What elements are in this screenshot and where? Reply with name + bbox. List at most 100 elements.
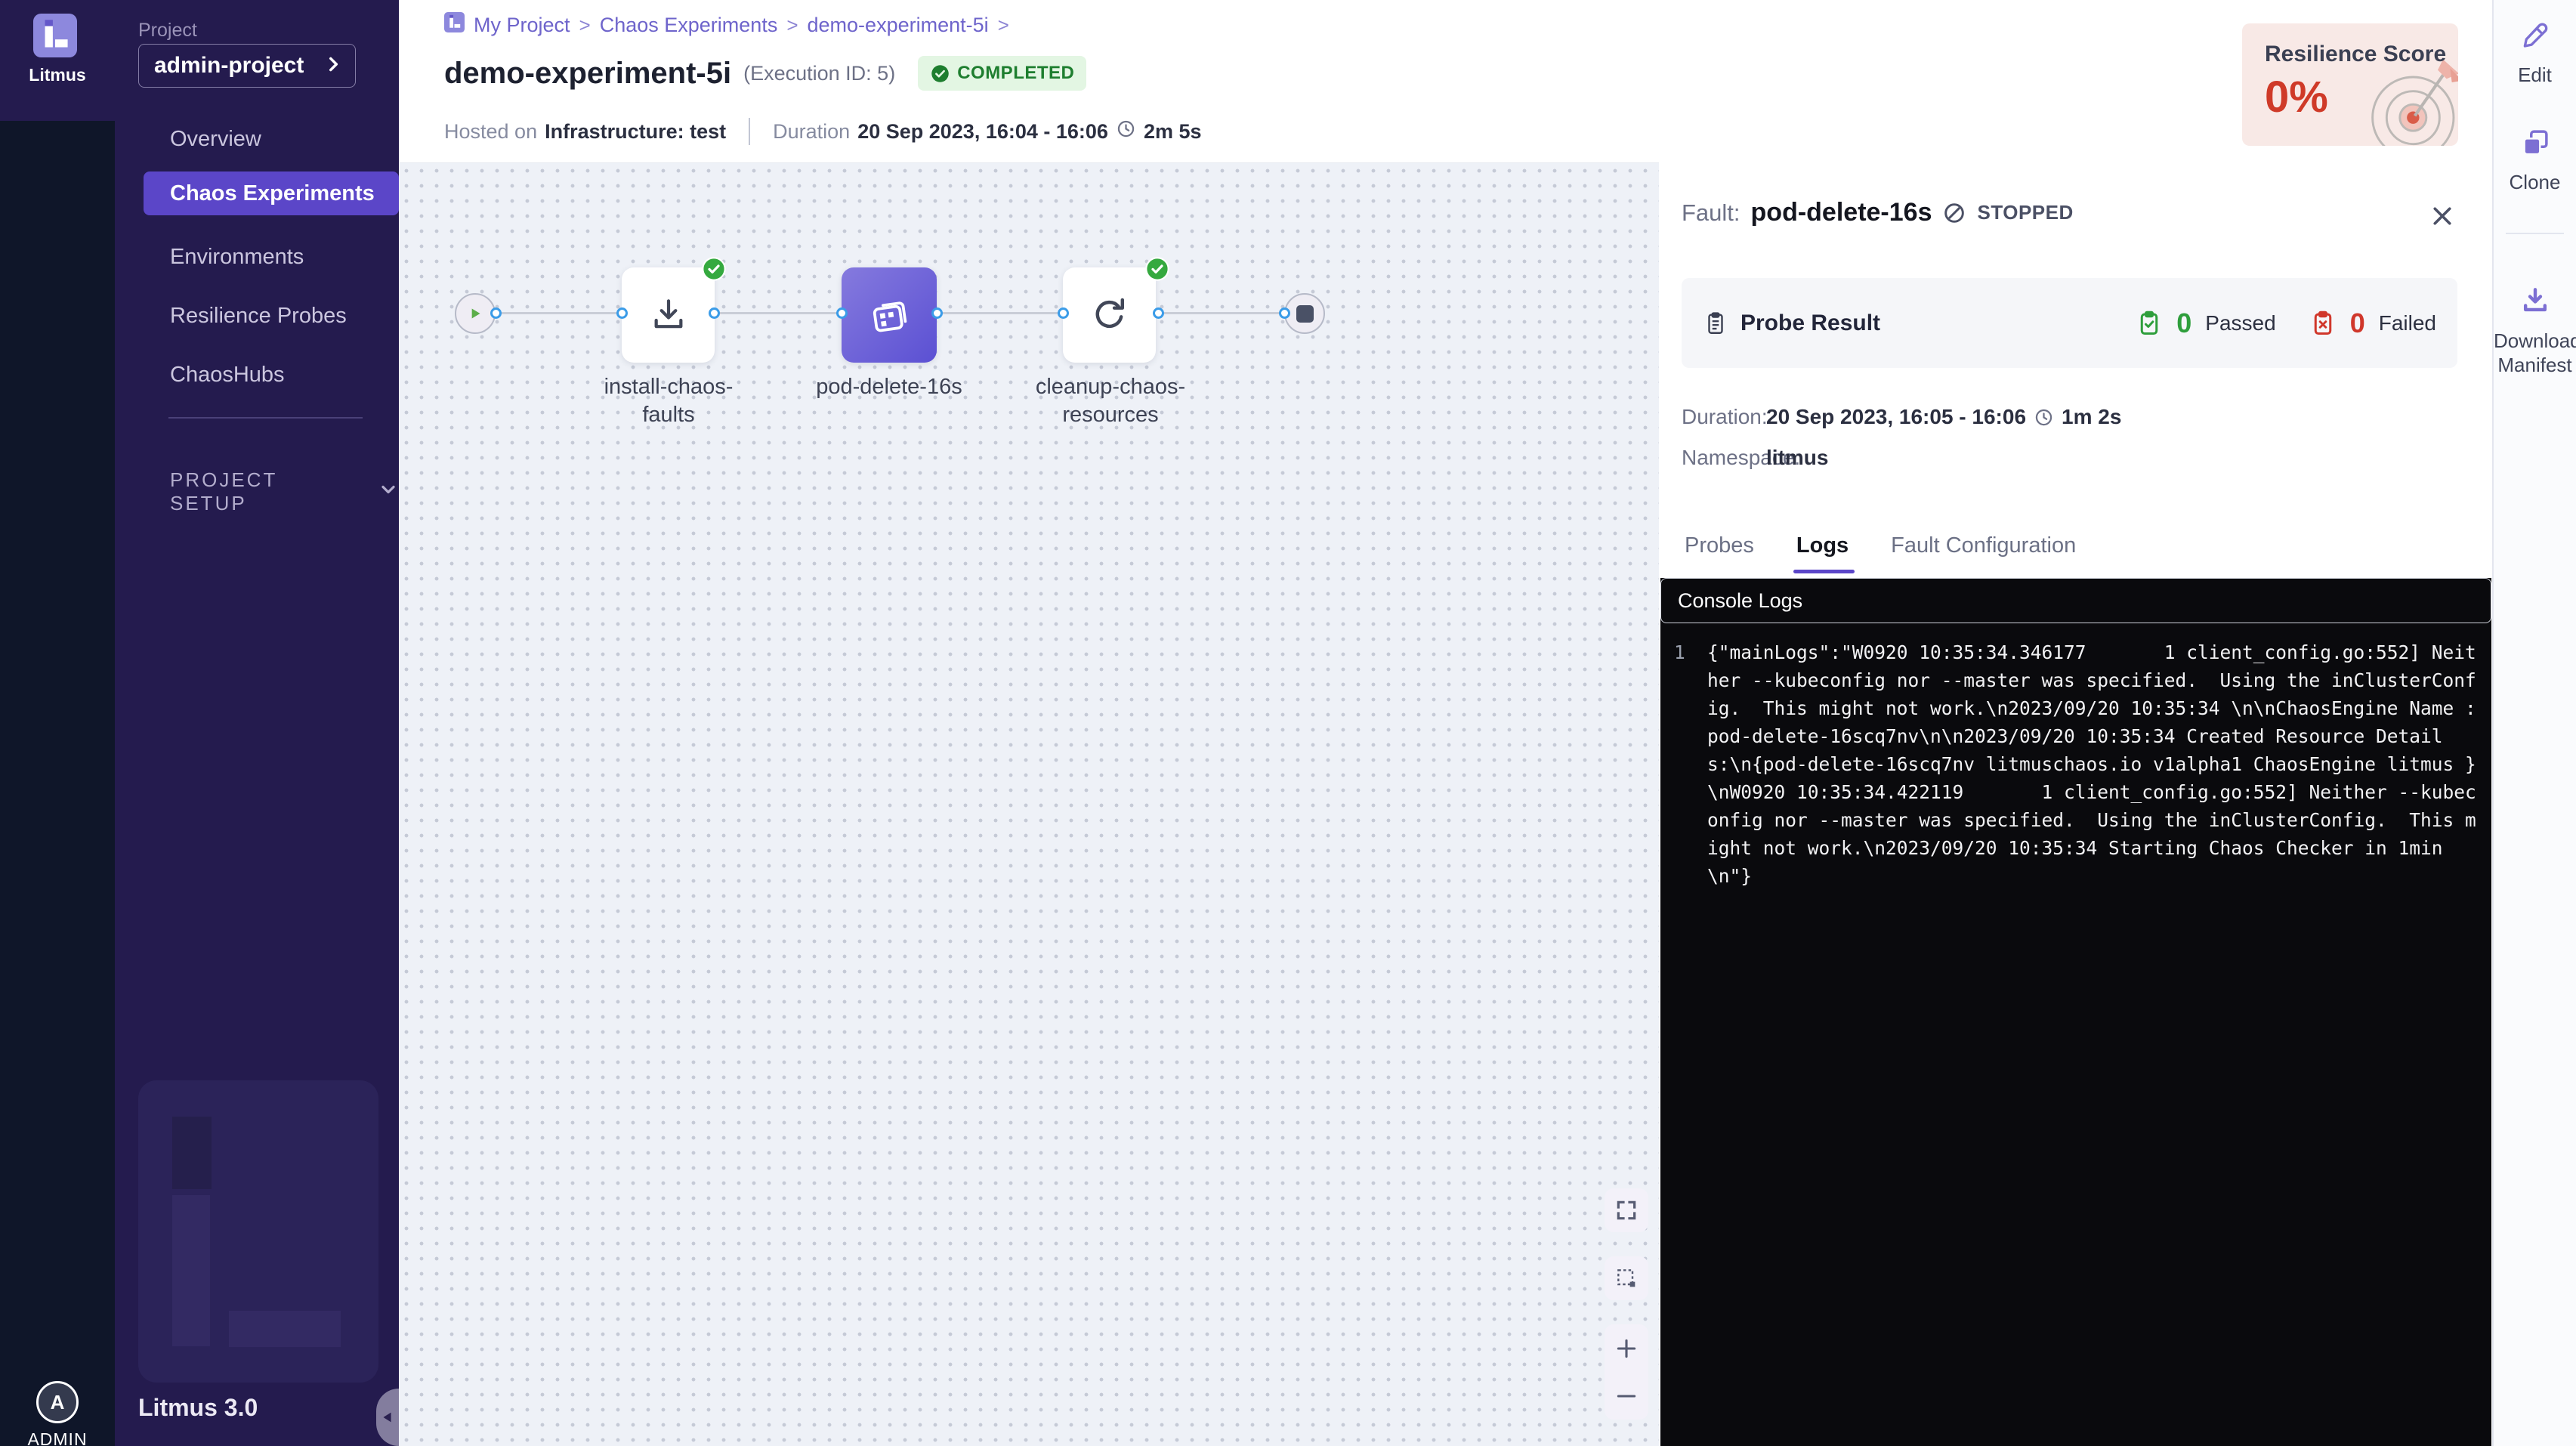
version-text: Litmus 3.0 <box>138 1394 258 1422</box>
marquee-select-button[interactable] <box>1605 1256 1648 1300</box>
edge <box>937 312 1063 314</box>
copy-icon <box>2519 127 2551 159</box>
check-circle-icon <box>930 63 950 84</box>
experiment-canvas[interactable]: install-chaos-faults pod-delete-16s <box>399 162 1659 1446</box>
sidebar-item-chaos-experiments[interactable]: Chaos Experiments <box>144 171 399 215</box>
log-line-number: 1 <box>1674 638 1695 890</box>
logo-text: Litmus <box>0 65 115 85</box>
duration-elapsed: 1m 2s <box>2062 405 2121 429</box>
breadcrumb-logo-icon <box>444 12 465 38</box>
start-node[interactable] <box>455 293 496 334</box>
node-install-chaos-faults[interactable] <box>622 267 715 363</box>
stop-icon <box>1296 305 1314 323</box>
status-badge: COMPLETED <box>918 56 1086 91</box>
connector-handle[interactable] <box>1058 307 1069 319</box>
connector-handle[interactable] <box>931 307 943 319</box>
fault-name: pod-delete-16s <box>1751 198 1932 227</box>
status-badge-label: COMPLETED <box>957 63 1074 84</box>
experiment-meta: Hosted on Infrastructure: test Duration … <box>444 118 1202 145</box>
breadcrumb: My Project > Chaos Experiments > demo-ex… <box>444 12 1009 38</box>
node-label: install-chaos-faults <box>593 373 744 429</box>
resilience-score-card: Resilience Score 0% <box>2242 23 2458 146</box>
zoom-in-button[interactable] <box>1605 1327 1648 1370</box>
zoom-out-button[interactable] <box>1605 1374 1648 1418</box>
right-toolbar: Edit Clone Download Manifest <box>2492 0 2576 1446</box>
node-cleanup-chaos-resources[interactable] <box>1063 267 1156 363</box>
namespace-value: litmus <box>1766 446 1828 470</box>
connector-handle[interactable] <box>490 307 502 319</box>
connector-handle[interactable] <box>836 307 848 319</box>
namespace-label: Namespace: <box>1682 446 1766 470</box>
zoom-control <box>1605 1324 1648 1420</box>
sidebar-item-overview[interactable]: Overview <box>115 117 399 161</box>
minus-icon <box>1614 1383 1639 1409</box>
project-setup-label: PROJECT SETUP <box>170 468 338 515</box>
duration-row: Duration: 20 Sep 2023, 16:05 - 16:06 1m … <box>1682 405 2121 429</box>
clock-icon <box>1116 119 1136 144</box>
sidebar-item-chaoshubs[interactable]: ChaosHubs <box>115 353 399 397</box>
success-badge-icon <box>702 257 726 281</box>
fit-view-button[interactable] <box>1605 1188 1648 1232</box>
connector-handle[interactable] <box>709 307 720 319</box>
pencil-icon <box>2519 20 2551 51</box>
plus-icon <box>1614 1336 1639 1361</box>
sidebar-divider <box>168 417 363 419</box>
breadcrumb-item[interactable]: Chaos Experiments <box>600 14 778 37</box>
console-logs-title: Console Logs <box>1678 589 1802 613</box>
connector-handle[interactable] <box>1153 307 1164 319</box>
console-logs-header: Console Logs <box>1660 578 2491 623</box>
marquee-icon <box>1614 1266 1639 1290</box>
duration-value: 20 Sep 2023, 16:05 - 16:06 <box>1766 405 2026 429</box>
sidebar-item-resilience-probes[interactable]: Resilience Probes <box>115 294 399 338</box>
node-pod-delete-16s[interactable] <box>842 267 937 363</box>
download-manifest-label: Download Manifest <box>2494 329 2576 377</box>
fit-view-icon <box>1614 1198 1639 1222</box>
namespace-row: Namespace: litmus <box>1682 446 1828 470</box>
fault-status: STOPPED <box>1977 201 2073 224</box>
clipboard-icon <box>1703 311 1728 336</box>
duration-label: Duration: <box>1682 405 1766 429</box>
connector-handle[interactable] <box>1279 307 1290 319</box>
probe-result-row: Probe Result 0 Passed 0 <box>1682 278 2457 368</box>
node-label: pod-delete-16s <box>814 373 965 401</box>
hosted-on-label: Hosted on <box>444 120 537 144</box>
failed-label: Failed <box>2379 311 2436 335</box>
tab-fault-configuration[interactable]: Fault Configuration <box>1891 533 2076 558</box>
node-label: cleanup-chaos-resources <box>1035 373 1186 429</box>
download-manifest-button[interactable]: Download Manifest <box>2494 284 2576 377</box>
avatar[interactable]: A <box>36 1381 79 1423</box>
chevron-down-icon <box>378 479 399 505</box>
refresh-icon <box>1089 294 1131 336</box>
admin-label: ADMIN <box>0 1429 115 1446</box>
edit-button[interactable]: Edit <box>2494 20 2576 87</box>
infrastructure-value[interactable]: Infrastructure: test <box>545 120 726 144</box>
passed-count: 0 <box>2176 307 2191 339</box>
breadcrumb-separator: > <box>998 14 1009 37</box>
sidebar-item-environments[interactable]: Environments <box>115 235 399 279</box>
page-title: demo-experiment-5i <box>444 57 731 91</box>
tab-logs[interactable]: Logs <box>1796 533 1849 558</box>
breadcrumb-item[interactable]: My Project <box>474 14 570 37</box>
connector-handle[interactable] <box>616 307 628 319</box>
execution-id: (Execution ID: 5) <box>743 62 895 85</box>
litmus-logo-icon[interactable] <box>33 14 77 57</box>
panel-tabs: Probes Logs Fault Configuration <box>1685 533 2076 558</box>
clone-button[interactable]: Clone <box>2494 127 2576 194</box>
end-node[interactable] <box>1284 293 1325 334</box>
fault-label: Fault: <box>1682 199 1740 227</box>
play-icon <box>465 304 485 323</box>
fault-detail-panel: Fault: pod-delete-16s STOPPED Probe R <box>1659 172 2492 1446</box>
console-logs-panel[interactable]: Console Logs 1 {"mainLogs":"W0920 10:35:… <box>1660 578 2491 1446</box>
passed-clipboard-icon <box>2136 310 2163 337</box>
chaos-fault-icon <box>866 292 912 338</box>
clone-label: Clone <box>2494 170 2576 194</box>
project-selector[interactable]: admin-project <box>138 44 356 88</box>
duration-label: Duration <box>773 120 850 144</box>
project-setup-toggle[interactable]: PROJECT SETUP <box>170 468 399 515</box>
project-label: Project <box>138 20 197 42</box>
close-icon[interactable] <box>2429 202 2456 230</box>
tab-probes[interactable]: Probes <box>1685 533 1754 558</box>
project-name: admin-project <box>154 53 304 79</box>
breadcrumb-item[interactable]: demo-experiment-5i <box>808 14 989 37</box>
main-content: My Project > Chaos Experiments > demo-ex… <box>399 0 2492 1446</box>
